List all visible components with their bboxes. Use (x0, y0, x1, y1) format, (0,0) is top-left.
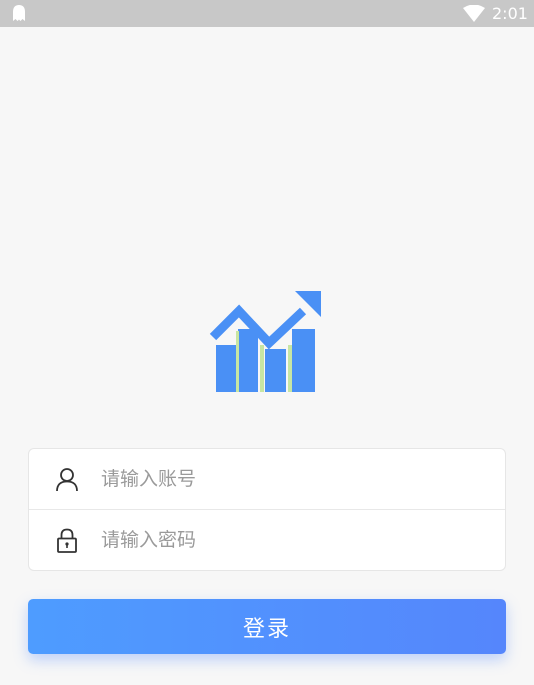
status-bar: 2:01 (0, 0, 534, 27)
wifi-icon (463, 5, 485, 22)
login-button[interactable]: 登录 (28, 599, 506, 654)
growth-chart-logo (209, 291, 321, 392)
account-field-row (29, 449, 505, 510)
user-icon (56, 468, 78, 492)
account-input[interactable] (101, 461, 481, 497)
password-input[interactable] (101, 522, 481, 558)
login-form (28, 448, 506, 571)
lock-icon (57, 528, 77, 553)
password-field-row (29, 510, 505, 571)
status-time: 2:01 (492, 4, 528, 23)
notification-ghost-icon (13, 5, 25, 21)
